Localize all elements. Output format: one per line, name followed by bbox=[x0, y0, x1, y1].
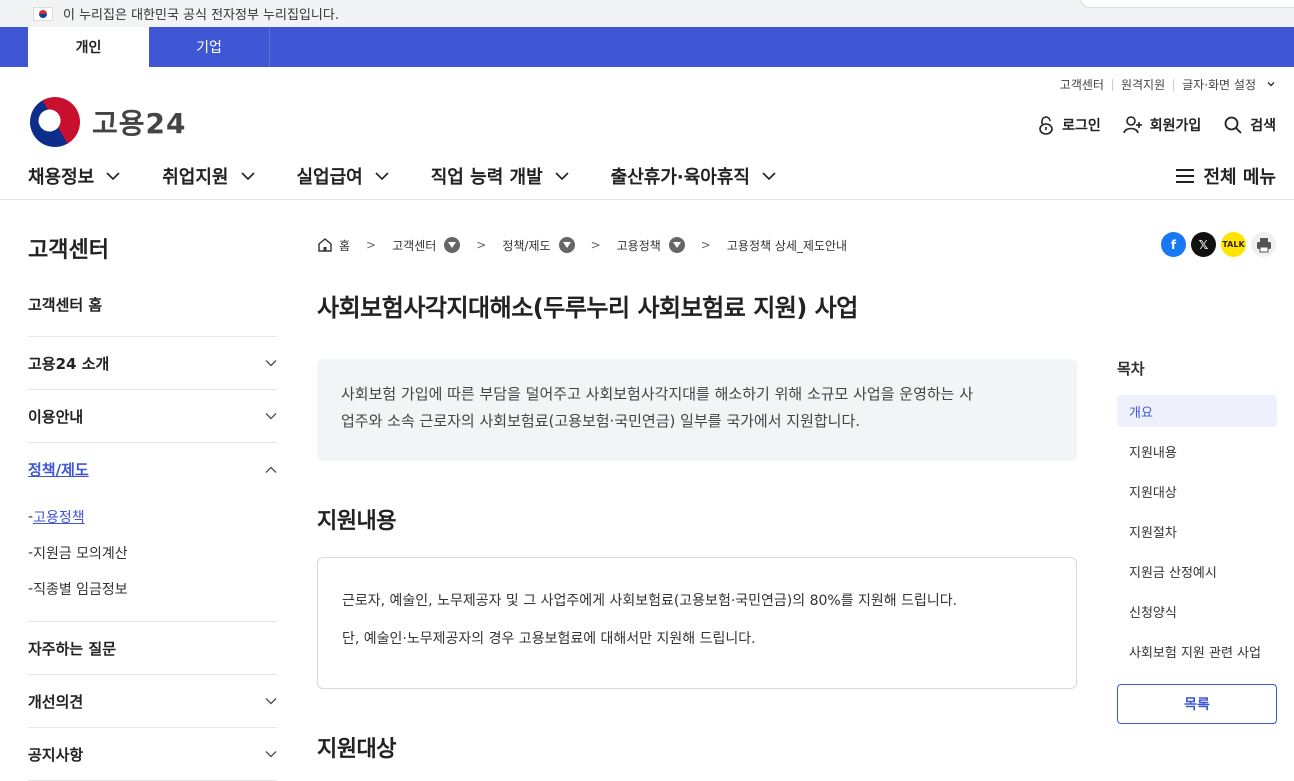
chevron-right-icon: > bbox=[476, 238, 487, 252]
gnb-employment-support[interactable]: 취업지원 bbox=[162, 163, 255, 189]
taeguk-logo-icon bbox=[20, 87, 90, 157]
table-of-contents: 목차 개요 지원내용 지원대상 지원절차 지원금 산정예시 신청양식 사회보험 … bbox=[1117, 358, 1277, 724]
hamburger-icon bbox=[1176, 169, 1195, 183]
util-remote-support[interactable]: 원격지원 bbox=[1111, 79, 1173, 91]
gnb-jobs[interactable]: 채용정보 bbox=[28, 163, 120, 189]
chevron-down-icon bbox=[762, 172, 776, 181]
site-header: 고용24 고객센터 원격지원 글자·화면 설정 로그인 회원가입 검색 채용정보… bbox=[0, 67, 1294, 200]
dropdown-icon bbox=[558, 237, 575, 253]
main-content: 홈 > 고객센터 > 정책/제도 > 고용정책 > 고용정책 상세_제도안내 사… bbox=[317, 232, 1077, 763]
logo-text: 고용24 bbox=[92, 107, 187, 140]
toc-item-overview[interactable]: 개요 bbox=[1117, 395, 1277, 427]
korea-flag-icon bbox=[33, 6, 53, 21]
toc-item-application-form[interactable]: 신청양식 bbox=[1117, 595, 1277, 627]
sidebar-item-about[interactable]: 고용24 소개 bbox=[28, 337, 277, 390]
chevron-up-icon bbox=[265, 466, 277, 473]
chevron-right-icon: > bbox=[700, 238, 711, 252]
breadcrumb-home[interactable]: 홈 bbox=[317, 237, 350, 254]
breadcrumb-customer-center[interactable]: 고객센터 bbox=[392, 237, 461, 254]
add-user-icon bbox=[1122, 116, 1142, 134]
account-actions: 로그인 회원가입 검색 bbox=[1015, 115, 1276, 135]
breadcrumb: 홈 > 고객센터 > 정책/제도 > 고용정책 > 고용정책 상세_제도안내 bbox=[317, 232, 1077, 258]
util-display-settings[interactable]: 글자·화면 설정 bbox=[1173, 79, 1264, 91]
x-icon[interactable]: 𝕏 bbox=[1191, 232, 1216, 257]
dropdown-icon bbox=[668, 237, 685, 253]
top-right-panel-edge bbox=[1080, 0, 1294, 8]
breadcrumb-current: 고용정책 상세_제도안내 bbox=[726, 238, 848, 253]
chevron-down-icon bbox=[555, 172, 569, 181]
audience-tabs: 개인 기업 bbox=[0, 27, 1294, 67]
all-menu-button[interactable]: 전체 메뉴 bbox=[1175, 163, 1276, 189]
login-label: 로그인 bbox=[1062, 118, 1101, 134]
sidebar-item-guide[interactable]: 이용안내 bbox=[28, 390, 277, 443]
site-logo[interactable]: 고용24 bbox=[20, 87, 187, 157]
search-label: 검색 bbox=[1250, 118, 1276, 134]
global-nav: 채용정보 취업지원 실업급여 직업 능력 개발 출산휴가·육아휴직 bbox=[28, 163, 818, 189]
util-customer-center[interactable]: 고객센터 bbox=[1052, 79, 1112, 91]
utility-links: 고객센터 원격지원 글자·화면 설정 bbox=[1052, 79, 1276, 91]
sidebar-sub-wage-info[interactable]: - 직종별 임금정보 bbox=[28, 571, 277, 607]
print-icon[interactable] bbox=[1251, 232, 1276, 257]
sidebar-sub-employment-policy[interactable]: - 고용정책 bbox=[28, 499, 277, 535]
support-content-line-2: 단, 예술인·노무제공자의 경우 고용보험료에 대해서만 지원해 드립니다. bbox=[342, 631, 756, 647]
sidebar-item-home[interactable]: 고객센터 홈 bbox=[28, 292, 277, 337]
chevron-down-icon bbox=[265, 360, 277, 367]
page-title: 사회보험사각지대해소(두루누리 사회보험료 지원) 사업 bbox=[317, 294, 858, 322]
kakao-icon[interactable]: TALK bbox=[1221, 232, 1246, 257]
search-icon bbox=[1224, 116, 1242, 134]
gov-notice-bar: 이 누리집은 대한민국 공식 전자정부 누리집입니다. bbox=[0, 0, 1294, 27]
chevron-down-icon[interactable] bbox=[1264, 79, 1276, 91]
chevron-right-icon: > bbox=[590, 238, 601, 252]
chevron-down-icon bbox=[265, 751, 277, 758]
sidebar-item-policy[interactable]: 정책/제도 bbox=[28, 443, 277, 496]
section-title-support-target: 지원대상 bbox=[317, 737, 396, 762]
toc-item-procedure[interactable]: 지원절차 bbox=[1117, 515, 1277, 547]
toc-title: 목차 bbox=[1117, 360, 1145, 378]
tab-business[interactable]: 기업 bbox=[149, 27, 270, 67]
list-button[interactable]: 목록 bbox=[1117, 684, 1277, 724]
sidebar-item-faq[interactable]: 자주하는 질문 bbox=[28, 622, 277, 675]
sidebar-title: 고객센터 bbox=[28, 238, 109, 263]
home-icon bbox=[318, 238, 332, 252]
gnb-skills-development[interactable]: 직업 능력 개발 bbox=[431, 163, 569, 189]
login-button[interactable]: 로그인 bbox=[1037, 115, 1101, 135]
signup-label: 회원가입 bbox=[1149, 118, 1202, 134]
gnb-unemployment-benefit[interactable]: 실업급여 bbox=[297, 163, 389, 189]
sidebar-sub-subsidy-calculator[interactable]: - 지원금 모의계산 bbox=[28, 535, 277, 571]
breadcrumb-employment-policy[interactable]: 고용정책 bbox=[617, 237, 685, 254]
chevron-right-icon: > bbox=[366, 238, 377, 252]
chevron-down-icon bbox=[106, 172, 120, 181]
section-title-support-content: 지원내용 bbox=[317, 509, 396, 534]
toc-item-support-content[interactable]: 지원내용 bbox=[1117, 435, 1277, 467]
sidebar-submenu: - 고용정책 - 지원금 모의계산 - 직종별 임금정보 bbox=[28, 496, 277, 621]
support-content-box: 근로자, 예술인, 노무제공자 및 그 사업주에게 사회보험료(고용보험·국민연… bbox=[317, 557, 1077, 689]
summary-box: 사회보험 가입에 따른 부담을 덜어주고 사회보험사각지대를 해소하기 위해 소… bbox=[317, 359, 1077, 461]
sidebar-item-feedback[interactable]: 개선의견 bbox=[28, 675, 277, 728]
dropdown-icon bbox=[444, 237, 461, 253]
chevron-down-icon bbox=[240, 172, 255, 181]
chevron-down-icon bbox=[265, 413, 277, 420]
share-actions: f 𝕏 TALK bbox=[1156, 232, 1276, 257]
chevron-down-icon bbox=[265, 698, 277, 705]
signup-button[interactable]: 회원가입 bbox=[1122, 115, 1202, 135]
sidebar-item-notice[interactable]: 공지사항 bbox=[28, 728, 277, 781]
lock-icon bbox=[1039, 116, 1053, 135]
summary-line-1: 사회보험 가입에 따른 부담을 덜어주고 사회보험사각지대를 해소하기 위해 소… bbox=[341, 385, 974, 403]
support-content-line-1: 근로자, 예술인, 노무제공자 및 그 사업주에게 사회보험료(고용보험·국민연… bbox=[342, 593, 958, 609]
tab-personal[interactable]: 개인 bbox=[28, 27, 149, 67]
toc-item-support-target[interactable]: 지원대상 bbox=[1117, 475, 1277, 507]
chevron-down-icon bbox=[375, 172, 389, 181]
search-button[interactable]: 검색 bbox=[1223, 115, 1276, 135]
toc-item-calculation-example[interactable]: 지원금 산정예시 bbox=[1117, 555, 1277, 587]
all-menu-label: 전체 메뉴 bbox=[1203, 167, 1276, 188]
toc-item-related-programs[interactable]: 사회보험 지원 관련 사업 bbox=[1117, 635, 1277, 667]
facebook-icon[interactable]: f bbox=[1161, 232, 1186, 257]
gov-notice-text: 이 누리집은 대한민국 공식 전자정부 누리집입니다. bbox=[63, 8, 339, 23]
summary-line-2: 업주와 소속 근로자의 사회보험료(고용보험·국민연금) 일부를 국가에서 지원… bbox=[341, 412, 861, 430]
sidebar: 고객센터 고객센터 홈 고용24 소개 이용안내 정책/제도 - 고용정책 - 지원… bbox=[28, 232, 277, 781]
gnb-parental-leave[interactable]: 출산휴가·육아휴직 bbox=[611, 163, 776, 189]
breadcrumb-policy[interactable]: 정책/제도 bbox=[502, 237, 575, 254]
